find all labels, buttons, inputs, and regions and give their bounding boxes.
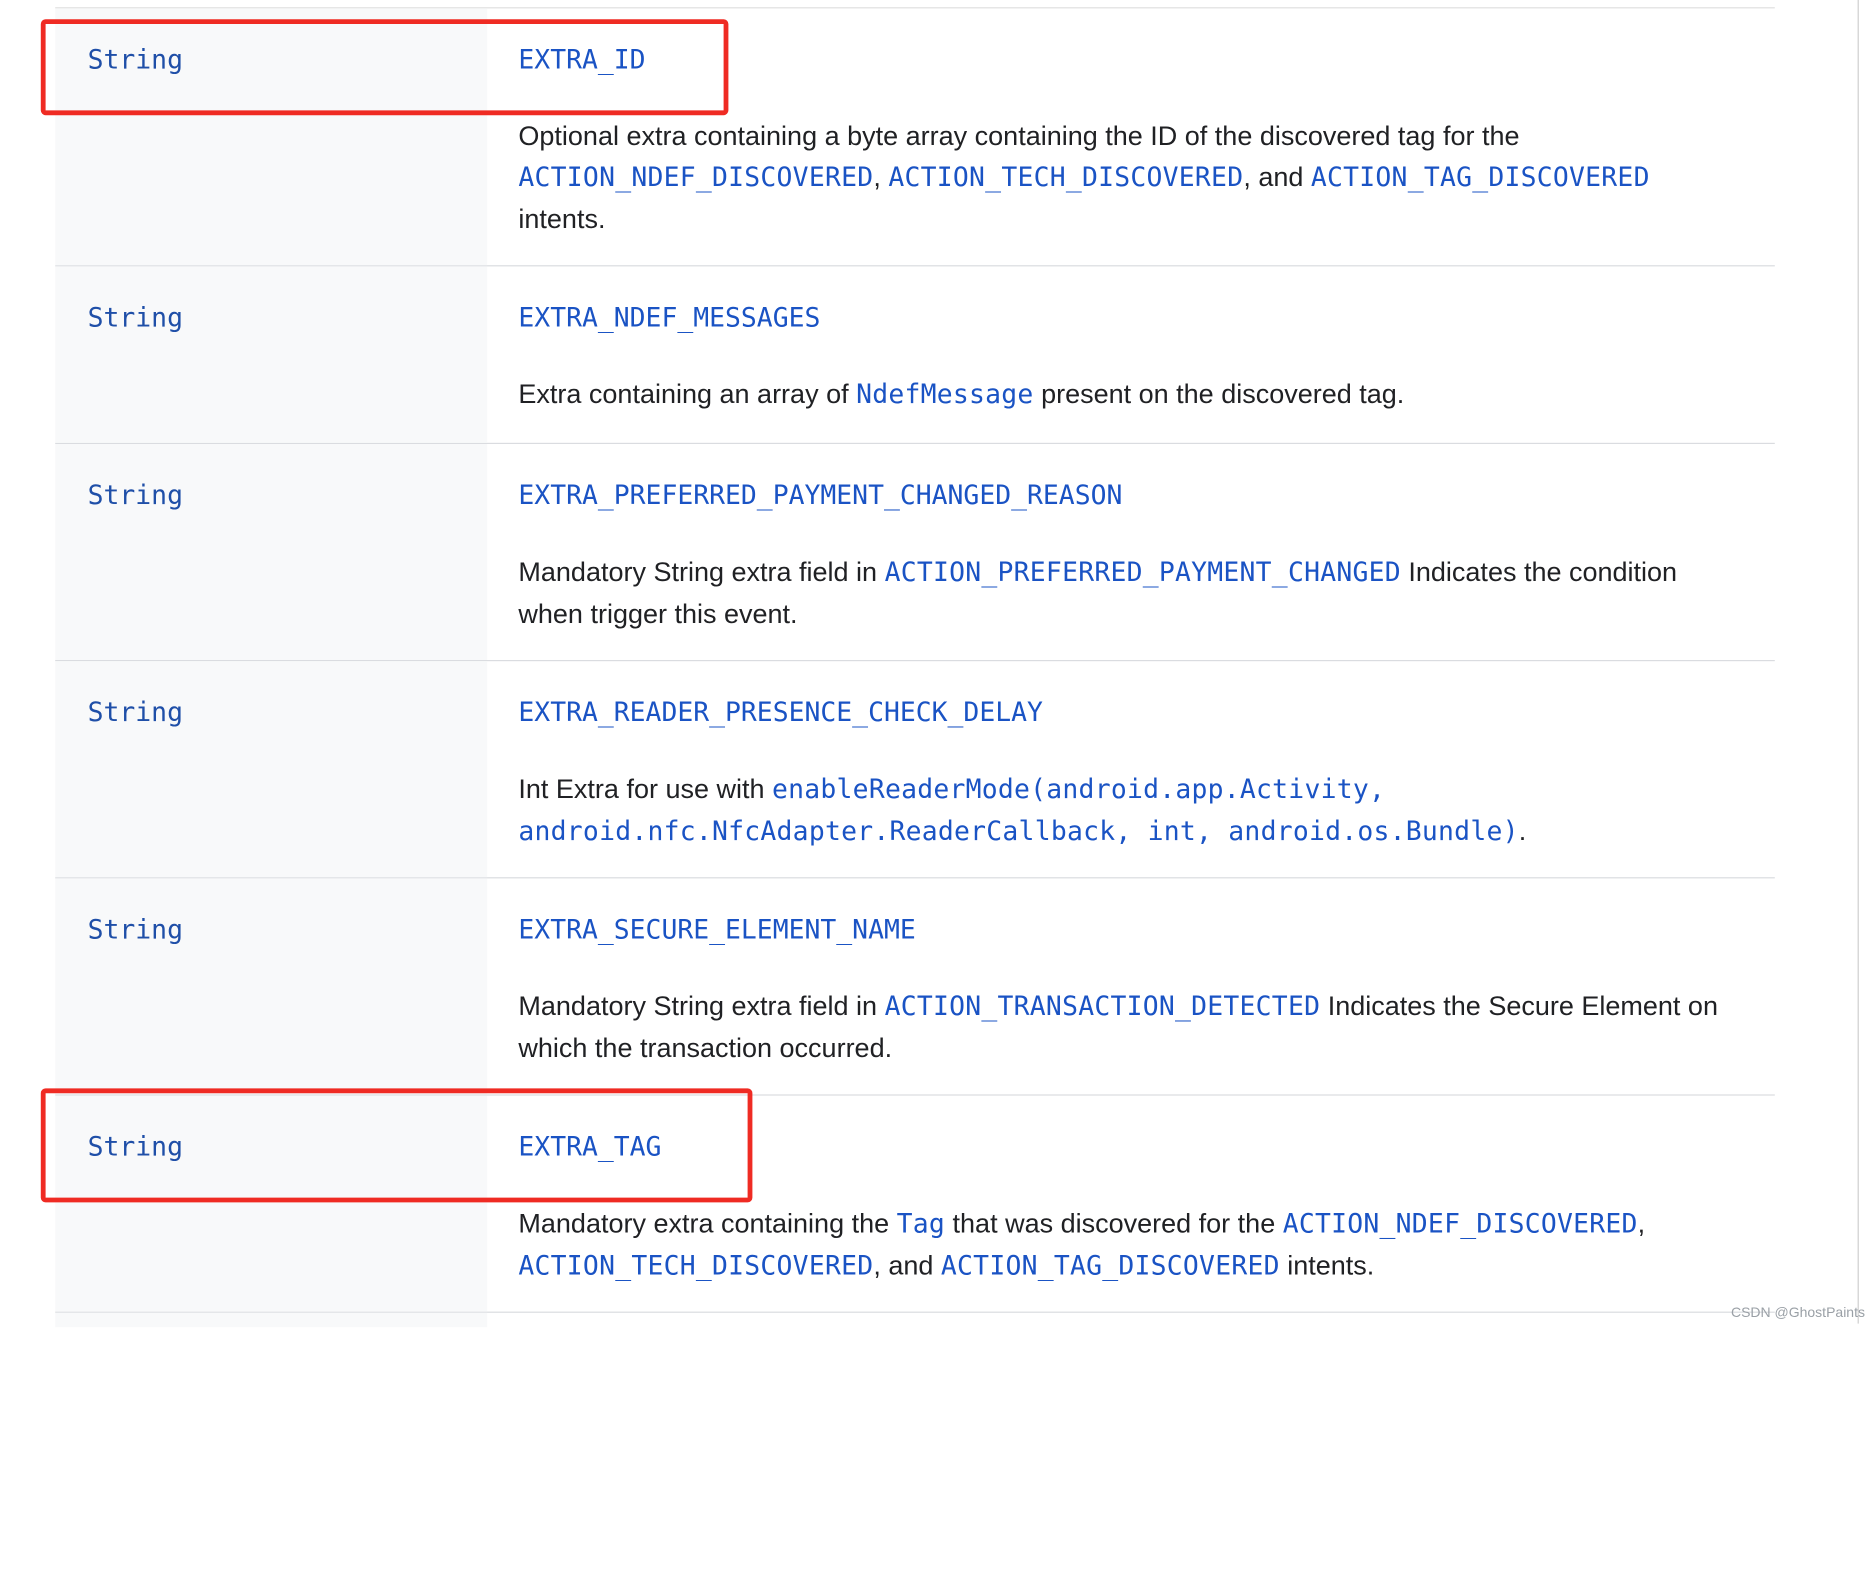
description-text: intents. xyxy=(518,204,606,235)
field-name-link[interactable]: EXTRA_SECURE_ELEMENT_NAME xyxy=(518,914,1738,948)
table-row: String EXTRA_SECURE_ELEMENT_NAME Mandato… xyxy=(55,877,1775,1095)
page: String EXTRA_ID Optional extra containin… xyxy=(0,0,1869,1589)
type-cell: String xyxy=(55,878,488,1095)
description-cell: EXTRA_READER_PRESENCE_CHECK_DELAY Int Ex… xyxy=(487,661,1775,877)
field-name-link[interactable]: EXTRA_READER_PRESENCE_CHECK_DELAY xyxy=(518,697,1738,731)
api-reference-link[interactable]: ACTION_TRANSACTION_DETECTED xyxy=(885,992,1321,1022)
type-link[interactable]: String xyxy=(88,480,488,514)
api-reference-link[interactable]: ACTION_PREFERRED_PAYMENT_CHANGED xyxy=(885,558,1401,588)
table-row: String EXTRA_NDEF_MESSAGES Extra contain… xyxy=(55,265,1775,443)
api-reference-link[interactable]: NdefMessage xyxy=(856,380,1033,410)
type-link[interactable]: String xyxy=(88,697,488,731)
field-description: Mandatory String extra field in ACTION_T… xyxy=(518,986,1738,1069)
description-text: Mandatory String extra field in xyxy=(518,991,885,1022)
type-cell xyxy=(55,1312,488,1328)
field-description: Mandatory extra containing the Tag that … xyxy=(518,1204,1738,1288)
description-text: Int Extra for use with xyxy=(518,774,773,805)
api-reference-link[interactable]: ACTION_NDEF_DISCOVERED xyxy=(518,163,873,193)
api-reference-link[interactable]: ACTION_TAG_DISCOVERED xyxy=(941,1252,1280,1282)
type-link[interactable]: String xyxy=(88,302,488,336)
description-text: Mandatory extra containing the xyxy=(518,1208,897,1239)
api-reference-link[interactable]: ACTION_TECH_DISCOVERED xyxy=(888,163,1243,193)
description-text: , xyxy=(1637,1208,1646,1239)
api-reference-link[interactable]: ACTION_NDEF_DISCOVERED xyxy=(1283,1210,1638,1240)
description-text: , xyxy=(873,162,889,192)
api-reference-link[interactable]: Tag xyxy=(897,1210,945,1240)
description-text: present on the discovered tag. xyxy=(1033,379,1405,410)
description-text: that was discovered for the xyxy=(945,1208,1283,1239)
watermark: CSDN @GhostPaints xyxy=(1730,1304,1865,1320)
field-description: Mandatory String extra field in ACTION_P… xyxy=(518,552,1738,635)
annotation-highlight-box xyxy=(40,1088,753,1203)
description-text: , and xyxy=(1243,162,1311,192)
description-text: Optional extra containing a byte array c… xyxy=(518,121,1520,152)
table-row-partial xyxy=(55,1311,1775,1328)
type-cell: String xyxy=(55,661,488,878)
description-text: Extra containing an array of xyxy=(518,379,857,410)
field-description: Int Extra for use with enableReaderMode(… xyxy=(518,769,1738,853)
description-cell: EXTRA_SECURE_ELEMENT_NAME Mandatory Stri… xyxy=(487,878,1775,1094)
field-description: Optional extra containing a byte array c… xyxy=(518,116,1738,240)
annotation-highlight-box xyxy=(40,19,729,116)
description-text: . xyxy=(1518,816,1527,847)
table-row: String EXTRA_PREFERRED_PAYMENT_CHANGED_R… xyxy=(55,442,1775,660)
field-name-link[interactable]: EXTRA_PREFERRED_PAYMENT_CHANGED_REASON xyxy=(518,480,1738,514)
description-text: Mandatory String extra field in xyxy=(518,556,885,587)
description-text: , and xyxy=(873,1250,941,1281)
api-reference-link[interactable]: ACTION_TAG_DISCOVERED xyxy=(1311,163,1650,193)
description-cell: EXTRA_NDEF_MESSAGES Extra containing an … xyxy=(487,266,1775,442)
api-reference-link[interactable]: ACTION_TECH_DISCOVERED xyxy=(518,1252,873,1282)
page-edge-divider xyxy=(1857,0,1859,1324)
field-name-link[interactable]: EXTRA_NDEF_MESSAGES xyxy=(518,302,1738,336)
description-cell: EXTRA_PREFERRED_PAYMENT_CHANGED_REASON M… xyxy=(487,444,1775,660)
table-row: String EXTRA_READER_PRESENCE_CHECK_DELAY… xyxy=(55,660,1775,878)
description-text: intents. xyxy=(1279,1250,1375,1281)
field-description: Extra containing an array of NdefMessage… xyxy=(518,374,1738,416)
type-cell: String xyxy=(55,444,488,660)
type-cell: String xyxy=(55,266,488,443)
type-link[interactable]: String xyxy=(88,914,488,948)
